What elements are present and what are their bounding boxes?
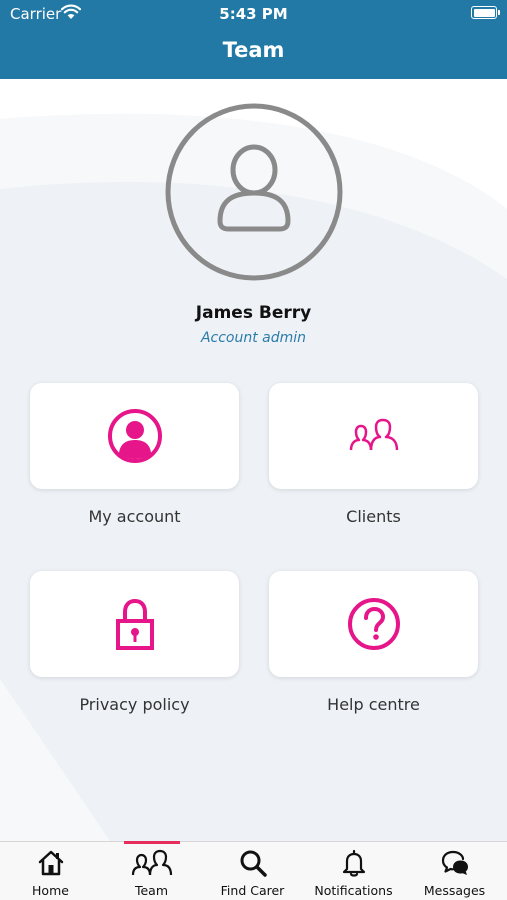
tab-home-label: Home: [32, 883, 69, 898]
battery-icon: [471, 6, 500, 19]
avatar: [165, 103, 343, 281]
tab-messages[interactable]: Messages: [404, 842, 505, 900]
tab-find-carer[interactable]: Find Carer: [202, 842, 303, 900]
clients-card[interactable]: [269, 383, 478, 489]
status-bar: Carrier 5:43 PM: [0, 0, 507, 28]
header-bar: Carrier 5:43 PM Team: [0, 0, 507, 79]
clock: 5:43 PM: [219, 5, 288, 23]
clients-label: Clients: [346, 507, 401, 526]
active-tab-indicator: [124, 841, 180, 844]
user-icon: [217, 144, 291, 232]
help-centre-card[interactable]: [269, 571, 478, 677]
tab-notifications[interactable]: Notifications: [303, 842, 404, 900]
tab-find-carer-label: Find Carer: [220, 883, 285, 898]
tab-bar: Home Team Find Carer Notifications Messa…: [0, 841, 507, 900]
help-centre-label: Help centre: [327, 695, 420, 714]
tab-home[interactable]: Home: [0, 842, 101, 900]
help-icon: [347, 598, 400, 650]
account-circle-icon: [107, 409, 162, 463]
search-icon: [240, 850, 267, 877]
messages-icon: [441, 850, 468, 875]
my-account-label: My account: [88, 507, 181, 526]
my-account-card[interactable]: [30, 383, 239, 489]
tab-team-label: Team: [134, 883, 169, 898]
privacy-policy-card[interactable]: [30, 571, 239, 677]
bell-icon: [342, 849, 366, 877]
page-title: Team: [222, 38, 285, 62]
clients-icon: [349, 418, 398, 451]
user-role: Account admin: [200, 330, 307, 346]
lock-icon: [115, 598, 154, 650]
home-icon: [38, 850, 64, 876]
team-icon: [131, 849, 173, 876]
tab-notifications-label: Notifications: [314, 883, 393, 898]
tab-team[interactable]: Team: [101, 841, 202, 900]
privacy-policy-label: Privacy policy: [79, 695, 190, 714]
user-name: James Berry: [195, 303, 312, 323]
tab-messages-label: Messages: [423, 883, 486, 898]
